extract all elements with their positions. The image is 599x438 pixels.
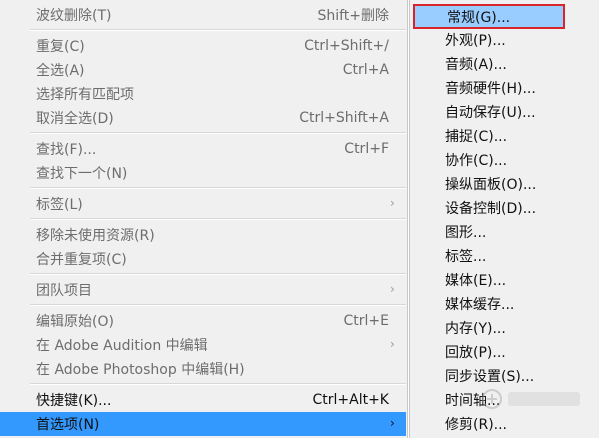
menu-item-find-next[interactable]: 查找下一个(N): [0, 161, 406, 185]
submenu-item-labels[interactable]: 标签...: [410, 244, 598, 268]
menu-item-label: 取消全选(D): [36, 111, 114, 127]
menu-item-label: 全选(A): [36, 63, 85, 79]
menu-item-edit-in-audition[interactable]: 在 Adobe Audition 中编辑 ›: [0, 333, 406, 357]
submenu-item-general[interactable]: 常规(G)...: [413, 4, 565, 29]
menu-item-shortcut: Ctrl+Alt+K: [312, 392, 389, 408]
chevron-right-icon: ›: [390, 416, 395, 430]
menu-separator: [30, 304, 406, 306]
menu-item-ripple-delete[interactable]: 波纹删除(T) Shift+删除: [0, 3, 406, 27]
menu-item-label: 首选项(N): [36, 417, 100, 433]
submenu-item-label: 音频硬件(H)...: [445, 81, 536, 97]
menu-separator: [30, 273, 406, 275]
menu-item-label: 波纹删除(T): [36, 8, 112, 24]
chevron-right-icon: ›: [390, 337, 395, 351]
submenu-item-label: 媒体缓存...: [445, 297, 515, 313]
submenu-item-label: 自动保存(U)...: [445, 105, 536, 121]
menu-separator: [30, 187, 406, 189]
submenu-item-graphics[interactable]: 图形...: [410, 220, 598, 244]
menu-item-label: 合并重复项(C): [36, 252, 127, 268]
submenu-item-label: 外观(P)...: [445, 33, 506, 49]
submenu-item-playback[interactable]: 回放(P)...: [410, 340, 598, 364]
submenu-item-control-surface[interactable]: 操纵面板(O)...: [410, 172, 598, 196]
submenu-item-sync-settings[interactable]: 同步设置(S)...: [410, 364, 598, 388]
menu-item-team-project[interactable]: 团队项目 ›: [0, 278, 406, 302]
submenu-item-device-control[interactable]: 设备控制(D)...: [410, 196, 598, 220]
submenu-item-audio-hardware[interactable]: 音频硬件(H)...: [410, 76, 598, 100]
submenu-item-label: 图形...: [445, 225, 487, 241]
submenu-item-label: 操纵面板(O)...: [445, 177, 537, 193]
menu-item-keyboard-shortcuts[interactable]: 快捷键(K)... Ctrl+Alt+K: [0, 388, 406, 412]
menu-item-duplicate[interactable]: 重复(C) Ctrl+Shift+/: [0, 34, 406, 58]
menu-item-label: 在 Adobe Audition 中编辑: [36, 338, 208, 354]
submenu-item-label: 内存(Y)...: [445, 321, 506, 337]
menu-item-select-all[interactable]: 全选(A) Ctrl+A: [0, 58, 406, 82]
submenu-item-label: 回放(P)...: [445, 345, 506, 361]
menu-item-label: 快捷键(K)...: [36, 393, 112, 409]
menu-item-shortcut: Ctrl+Shift+/: [304, 38, 389, 54]
submenu-item-label: 修剪(R)...: [445, 417, 508, 433]
submenu-item-audio[interactable]: 音频(A)...: [410, 52, 598, 76]
menu-item-shortcut: Ctrl+Shift+A: [299, 110, 389, 126]
preferences-submenu: 常规(G)... 外观(P)... 音频(A)... 音频硬件(H)... 自动…: [409, 0, 599, 438]
submenu-item-collaboration[interactable]: 协作(C)...: [410, 148, 598, 172]
submenu-item-label: 常规(G)...: [447, 9, 511, 26]
menu-item-shortcut: Ctrl+A: [342, 62, 389, 78]
menu-item-label: 编辑原始(O): [36, 314, 114, 330]
menu-item-label: 团队项目: [36, 283, 92, 299]
submenu-item-label: 同步设置(S)...: [445, 369, 535, 385]
menu-item-edit-original[interactable]: 编辑原始(O) Ctrl+E: [0, 309, 406, 333]
submenu-item-label: 协作(C)...: [445, 153, 508, 169]
menu-item-label-submenu[interactable]: 标签(L) ›: [0, 192, 406, 216]
submenu-item-label: 时间轴...: [445, 393, 501, 409]
chevron-right-icon: ›: [390, 196, 395, 210]
menu-item-label: 重复(C): [36, 39, 85, 55]
menu-separator: [30, 132, 406, 134]
submenu-item-memory[interactable]: 内存(Y)...: [410, 316, 598, 340]
submenu-item-label: 标签...: [445, 249, 487, 265]
menu-separator: [30, 383, 406, 385]
chevron-right-icon: ›: [390, 282, 395, 296]
submenu-item-appearance[interactable]: 外观(P)...: [410, 28, 598, 52]
menu-item-shortcut: Shift+删除: [317, 8, 389, 24]
submenu-item-label: 音频(A)...: [445, 57, 507, 73]
menu-item-find[interactable]: 查找(F)... Ctrl+F: [0, 137, 406, 161]
menu-item-label: 查找下一个(N): [36, 166, 128, 182]
submenu-item-media-cache[interactable]: 媒体缓存...: [410, 292, 598, 316]
menu-item-edit-in-photoshop[interactable]: 在 Adobe Photoshop 中编辑(H): [0, 357, 406, 381]
submenu-item-timeline[interactable]: 时间轴...: [410, 388, 598, 412]
submenu-item-trim[interactable]: 修剪(R)...: [410, 412, 598, 436]
menu-item-shortcut: Ctrl+E: [343, 313, 390, 329]
submenu-item-capture[interactable]: 捕捉(C)...: [410, 124, 598, 148]
menu-item-select-all-matching[interactable]: 选择所有匹配项: [0, 82, 406, 106]
menu-item-label: 在 Adobe Photoshop 中编辑(H): [36, 362, 245, 378]
menu-item-label: 选择所有匹配项: [36, 87, 134, 103]
submenu-item-label: 捕捉(C)...: [445, 129, 508, 145]
submenu-item-auto-save[interactable]: 自动保存(U)...: [410, 100, 598, 124]
menu-item-consolidate-duplicates[interactable]: 合并重复项(C): [0, 247, 406, 271]
submenu-item-media[interactable]: 媒体(E)...: [410, 268, 598, 292]
submenu-item-label: 设备控制(D)...: [445, 201, 537, 217]
menu-screenshot: 波纹删除(T) Shift+删除 重复(C) Ctrl+Shift+/ 全选(A…: [0, 0, 599, 438]
menu-item-label: 移除未使用资源(R): [36, 228, 155, 244]
edit-menu: 波纹删除(T) Shift+删除 重复(C) Ctrl+Shift+/ 全选(A…: [0, 0, 408, 438]
menu-separator: [30, 218, 406, 220]
menu-item-shortcut: Ctrl+F: [344, 141, 389, 157]
submenu-item-label: 媒体(E)...: [445, 273, 507, 289]
menu-item-remove-unused[interactable]: 移除未使用资源(R): [0, 223, 406, 247]
menu-item-label: 标签(L): [36, 197, 83, 213]
menu-item-preferences[interactable]: 首选项(N) ›: [0, 412, 406, 436]
menu-separator: [30, 29, 406, 31]
menu-item-label: 查找(F)...: [36, 142, 97, 158]
menu-item-deselect-all[interactable]: 取消全选(D) Ctrl+Shift+A: [0, 106, 406, 130]
